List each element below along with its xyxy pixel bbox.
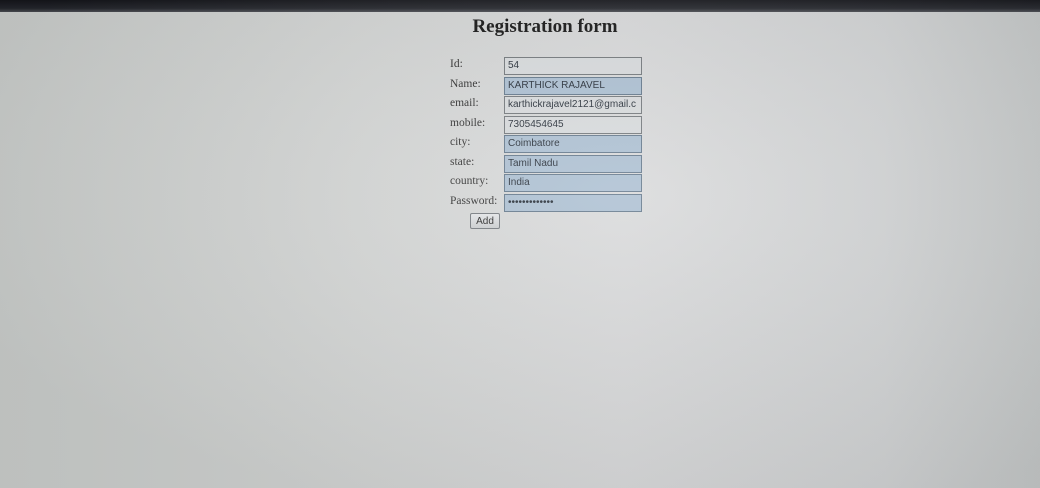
mobile-input[interactable]: 7305454645 [504, 116, 642, 134]
monitor-bezel [0, 0, 1040, 12]
name-input[interactable]: KARTHICK RAJAVEL [504, 77, 642, 95]
country-input[interactable]: India [504, 174, 642, 192]
email-input[interactable]: karthickrajavel2121@gmail.c [504, 96, 642, 114]
state-input[interactable]: Tamil Nadu [504, 155, 642, 173]
mobile-label: mobile: [450, 117, 486, 129]
password-label: Password: [450, 195, 498, 207]
email-label: email: [450, 97, 479, 109]
add-button[interactable]: Add [470, 213, 500, 229]
id-label: Id: [450, 58, 463, 70]
city-input[interactable]: Coimbatore [504, 135, 642, 153]
city-label: city: [450, 136, 471, 148]
page-title: Registration form [472, 16, 618, 37]
country-label: country: [450, 175, 489, 187]
name-label: Name: [450, 78, 481, 90]
id-input[interactable]: 54 [504, 57, 642, 75]
password-input[interactable]: ••••••••••••• [504, 194, 642, 212]
state-label: state: [450, 156, 475, 168]
